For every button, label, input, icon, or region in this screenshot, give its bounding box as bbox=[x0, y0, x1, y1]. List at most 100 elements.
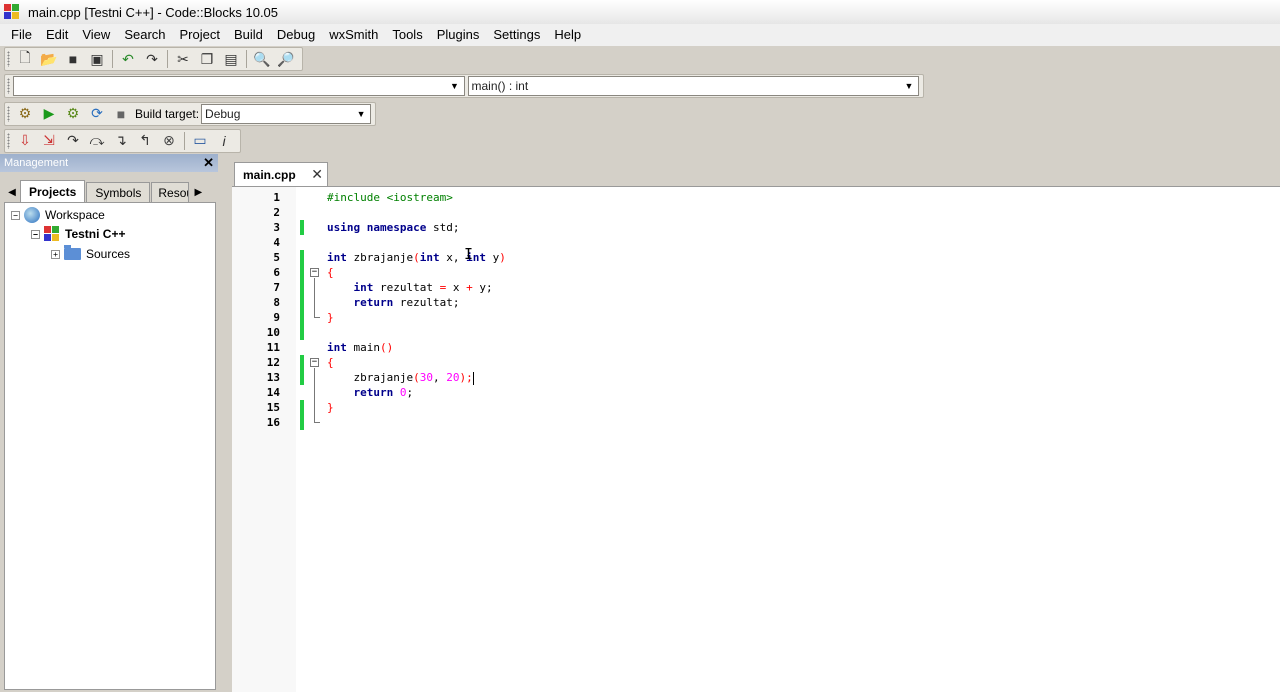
tab-scroll-left-icon[interactable]: ◀ bbox=[4, 182, 20, 202]
tree-node-project[interactable]: − Testni C++ bbox=[31, 224, 125, 244]
abort-icon[interactable]: ■ bbox=[109, 103, 133, 125]
line-number: 6 bbox=[273, 266, 280, 279]
menu-build[interactable]: Build bbox=[227, 25, 270, 45]
chevron-down-icon[interactable]: ▼ bbox=[902, 78, 916, 94]
collapse-icon[interactable]: − bbox=[11, 210, 20, 220]
debug-windows-icon[interactable]: ▭ bbox=[188, 130, 212, 152]
close-icon[interactable]: ✕ bbox=[203, 155, 214, 171]
tab-symbols[interactable]: Symbols bbox=[86, 182, 151, 202]
menu-settings[interactable]: Settings bbox=[486, 25, 547, 45]
code-editor[interactable]: 1 2 3 4 5 6 7 8 9 10 11 12 13 14 15 16 −… bbox=[232, 186, 1280, 692]
build-and-run-icon[interactable]: ⚙ bbox=[61, 103, 85, 125]
management-header: Management ✕ bbox=[0, 154, 218, 172]
line-number: 11 bbox=[266, 341, 280, 354]
line-number: 15 bbox=[266, 401, 280, 414]
scope-combo[interactable]: ▼ bbox=[13, 76, 465, 96]
line-number: 12 bbox=[266, 356, 280, 369]
project-icon bbox=[44, 226, 60, 242]
info-icon[interactable]: i bbox=[212, 130, 236, 152]
text-cursor bbox=[472, 371, 474, 385]
menu-help[interactable]: Help bbox=[547, 25, 588, 45]
menu-tools[interactable]: Tools bbox=[385, 25, 429, 45]
stop-debugger-icon[interactable]: ⊗ bbox=[157, 130, 181, 152]
management-panel: Management ✕ ◀ Projects Symbols Resou ▶ … bbox=[0, 154, 218, 692]
changed-line-marker bbox=[300, 355, 304, 385]
window-title: main.cpp [Testni C++] - Code::Blocks 10.… bbox=[28, 4, 279, 20]
step-out-icon[interactable]: ↰ bbox=[133, 130, 157, 152]
tree-node-sources[interactable]: + Sources bbox=[51, 244, 130, 264]
cut-icon[interactable]: ✂ bbox=[171, 48, 195, 70]
toolbar-separator bbox=[184, 131, 185, 150]
fold-collapse-icon[interactable]: − bbox=[310, 268, 319, 277]
line-number: 14 bbox=[266, 386, 280, 399]
expand-icon[interactable]: + bbox=[51, 249, 60, 259]
menu-project[interactable]: Project bbox=[173, 25, 227, 45]
menu-search[interactable]: Search bbox=[117, 25, 172, 45]
code-line-5: int zbrajanje(int x, int y) bbox=[327, 251, 506, 264]
menu-file[interactable]: File bbox=[4, 25, 39, 45]
fold-end bbox=[314, 317, 320, 318]
line-number: 13 bbox=[266, 371, 280, 384]
menu-edit[interactable]: Edit bbox=[39, 25, 75, 45]
function-combo-value: main() : int bbox=[471, 79, 529, 93]
next-line-icon[interactable]: ↷ bbox=[61, 130, 85, 152]
next-instruction-icon[interactable]: ⤼ bbox=[85, 130, 109, 152]
tab-projects[interactable]: Projects bbox=[20, 180, 86, 202]
copy-icon[interactable]: ❐ bbox=[195, 48, 219, 70]
chevron-down-icon[interactable]: ▼ bbox=[354, 106, 368, 122]
code-line-11: int main() bbox=[327, 341, 394, 354]
paste-icon[interactable]: ▤ bbox=[219, 48, 243, 70]
ibeam-cursor-icon: I bbox=[464, 245, 474, 263]
code-line-7: int rezultat = x + y; bbox=[353, 281, 493, 294]
fold-end bbox=[314, 422, 320, 423]
fold-line bbox=[314, 278, 315, 317]
build-gear-icon[interactable]: ⚙ bbox=[13, 103, 37, 125]
build-target-select[interactable]: Debug ▼ bbox=[201, 103, 372, 124]
compiler-toolbar: ⚙ ▶ ⚙ ⟳ ■ Build target: Debug ▼ bbox=[4, 101, 377, 126]
replace-icon[interactable]: 🔎 bbox=[274, 48, 298, 70]
menu-wxsmith[interactable]: wxSmith bbox=[322, 25, 385, 45]
menu-view[interactable]: View bbox=[75, 25, 117, 45]
changed-line-marker bbox=[300, 250, 304, 340]
run-to-cursor-icon[interactable]: ⇲ bbox=[37, 130, 61, 152]
save-icon[interactable]: ■ bbox=[61, 48, 85, 70]
code-line-6: { bbox=[327, 266, 334, 279]
code-line-1: #include <iostream> bbox=[327, 191, 453, 204]
sources-label: Sources bbox=[86, 247, 131, 261]
line-number: 2 bbox=[273, 206, 280, 219]
tab-scroll-right-icon[interactable]: ▶ bbox=[190, 182, 206, 202]
open-file-icon[interactable]: 📂 bbox=[37, 48, 61, 70]
rebuild-icon[interactable]: ⟳ bbox=[85, 103, 109, 125]
new-file-icon[interactable]: 🗋 bbox=[13, 48, 37, 70]
management-tabs: ◀ Projects Symbols Resou ▶ bbox=[4, 180, 216, 202]
code-line-12: { bbox=[327, 356, 334, 369]
close-icon[interactable]: ✕ bbox=[311, 166, 323, 183]
menu-plugins[interactable]: Plugins bbox=[430, 25, 487, 45]
changed-line-marker bbox=[300, 400, 304, 430]
tab-resources[interactable]: Resou bbox=[151, 182, 190, 202]
undo-icon[interactable]: ↶ bbox=[116, 48, 140, 70]
function-combo[interactable]: main() : int ▼ bbox=[467, 76, 919, 96]
tree-node-workspace[interactable]: − Workspace bbox=[11, 205, 105, 225]
debug-start-icon[interactable]: ⇩ bbox=[13, 130, 37, 152]
project-label: Testni C++ bbox=[65, 227, 126, 241]
toolbar-separator bbox=[167, 50, 168, 68]
run-icon[interactable]: ▶ bbox=[37, 103, 61, 125]
line-number: 9 bbox=[273, 311, 280, 324]
chevron-down-icon[interactable]: ▼ bbox=[448, 78, 462, 94]
editor-tab-main-cpp[interactable]: main.cpp ✕ bbox=[234, 162, 328, 186]
line-number: 10 bbox=[266, 326, 280, 339]
main-toolbar-row: 🗋 📂 ■ ▣ ↶ ↷ ✂ ❐ ▤ 🔍 🔎 bbox=[0, 46, 1280, 72]
step-into-icon[interactable]: ↴ bbox=[109, 130, 133, 152]
redo-icon[interactable]: ↷ bbox=[140, 48, 164, 70]
save-all-icon[interactable]: ▣ bbox=[85, 48, 109, 70]
collapse-icon[interactable]: − bbox=[31, 229, 40, 239]
menu-debug[interactable]: Debug bbox=[270, 25, 322, 45]
line-number: 16 bbox=[266, 416, 280, 429]
find-icon[interactable]: 🔍 bbox=[250, 48, 274, 70]
code-line-8: return rezultat; bbox=[353, 296, 460, 309]
line-number: 4 bbox=[273, 236, 280, 249]
fold-collapse-icon[interactable]: − bbox=[310, 358, 319, 367]
title-bar: main.cpp [Testni C++] - Code::Blocks 10.… bbox=[0, 0, 1280, 24]
line-number: 8 bbox=[273, 296, 280, 309]
